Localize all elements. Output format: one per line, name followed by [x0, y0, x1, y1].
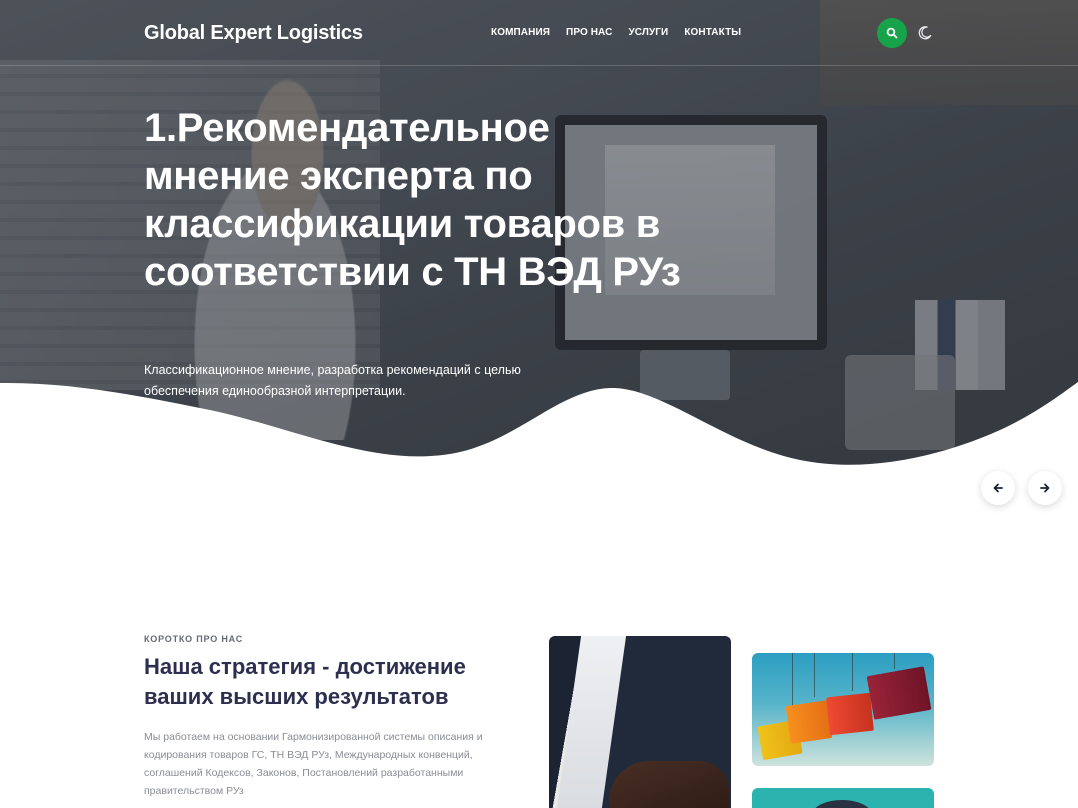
about-image-businessman	[549, 636, 731, 808]
nav-item-about[interactable]: ПРО НАС	[566, 27, 612, 38]
hero-subtitle: Классификационное мнение, разработка рек…	[144, 363, 521, 398]
nav-item-contacts[interactable]: КОНТАКТЫ	[684, 27, 741, 38]
site-header: Global Expert Logistics КОМПАНИЯ ПРО НАС…	[0, 0, 1078, 66]
about-title: Наша стратегия - достижение ваших высших…	[144, 654, 466, 709]
search-icon	[886, 27, 898, 39]
hero-title: 1.Рекомендательное мнение эксперта по кл…	[144, 106, 681, 294]
about-image-containers	[752, 653, 934, 766]
main-nav: КОМПАНИЯ ПРО НАС УСЛУГИ КОНТАКТЫ	[491, 27, 741, 38]
about-image-teal	[752, 788, 934, 808]
about-text: Мы работаем на основании Гармонизированн…	[144, 731, 483, 797]
slider-prev-button[interactable]	[981, 471, 1015, 505]
slider-next-button[interactable]	[1028, 471, 1062, 505]
about-eyebrow: КОРОТКО ПРО НАС	[144, 634, 243, 644]
site-logo[interactable]: Global Expert Logistics	[144, 22, 363, 45]
arrow-left-icon	[993, 483, 1003, 493]
nav-item-company[interactable]: КОМПАНИЯ	[491, 27, 550, 38]
arrow-right-icon	[1040, 483, 1050, 493]
search-button[interactable]	[877, 18, 907, 48]
moon-icon	[918, 26, 932, 40]
nav-item-services[interactable]: УСЛУГИ	[628, 27, 668, 38]
theme-toggle-button[interactable]	[914, 22, 936, 44]
